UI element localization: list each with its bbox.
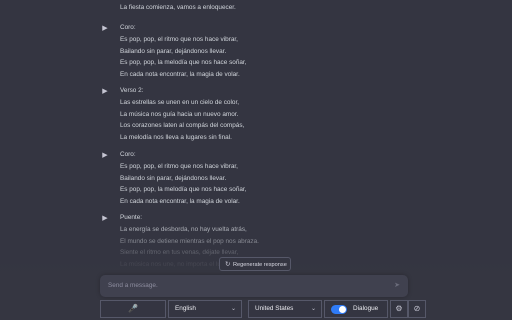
play-icon[interactable]: ▶ (100, 151, 110, 161)
lyric-line: La energía se desborda, no hay vuelta at… (120, 225, 247, 233)
lyric-line: Los corazones laten al compás del compás… (120, 122, 245, 130)
toggle-knob (339, 306, 346, 313)
eye-off-icon: ⊘ (413, 304, 421, 313)
chevron-down-icon: ⌄ (230, 306, 236, 312)
send-icon[interactable]: ➤ (394, 275, 400, 297)
conversation: La fiesta comienza, vamos a enloquecer. … (0, 0, 512, 272)
gear-icon: ⚙ (395, 304, 403, 313)
chevron-down-icon: ⌄ (310, 306, 316, 312)
language-value: English (175, 305, 196, 312)
regenerate-label: Regenerate response (233, 262, 287, 268)
stanza-lines: La fiesta comienza, vamos a enloquecer. (120, 2, 236, 14)
language-select[interactable]: English ⌄ (168, 300, 242, 318)
lyric-line: Coro: (120, 24, 136, 31)
lyric-line: En cada nota encontrar, la magia de vola… (120, 71, 240, 79)
message-input[interactable]: Send a message. ➤ (100, 275, 408, 297)
lyric-line: Puente: (120, 214, 143, 221)
lyric-line: Es pop, pop, el ritmo que nos hace vibra… (120, 162, 238, 170)
stanza-lines: Coro: Es pop, pop, el ritmo que nos hace… (120, 22, 246, 81)
composer-area: Send a message. ➤ 🎤 English ⌄ United Sta… (0, 272, 512, 320)
play-icon[interactable]: ▶ (100, 87, 110, 97)
lyric-line: Bailando sin parar, dejándonos llevar. (120, 174, 227, 182)
voice-toolbar: 🎤 English ⌄ United States ⌄ Dialogue ⚙ ⊘ (0, 300, 512, 320)
stanza-lines: Verso 2: Las estrellas se unen en un cie… (120, 85, 244, 144)
hide-button[interactable]: ⊘ (408, 300, 426, 318)
toggle-switch[interactable] (331, 305, 347, 314)
lyric-line: Es pop, pop, la melodía que nos hace soñ… (120, 59, 247, 67)
dialogue-toggle[interactable]: Dialogue (324, 300, 388, 318)
lyric-line: La fiesta comienza, vamos a enloquecer. (120, 4, 236, 11)
settings-button[interactable]: ⚙ (390, 300, 408, 318)
play-icon[interactable]: ▶ (100, 24, 110, 34)
lyric-line: Es pop, pop, el ritmo que nos hace vibra… (120, 35, 238, 43)
lyric-line: Coro: (120, 151, 136, 158)
region-select[interactable]: United States ⌄ (248, 300, 322, 318)
lyric-line: En cada nota encontrar, la magia de vola… (120, 198, 240, 206)
lyric-line: La música nos guía hacia un nuevo amor. (120, 110, 239, 118)
lyric-line: La melodía nos lleva a lugares sin final… (120, 134, 232, 142)
lyric-line: Las estrellas se unen en un cielo de col… (120, 98, 240, 106)
play-icon[interactable]: ▶ (100, 214, 110, 224)
lyric-line: Bailando sin parar, dejándonos llevar. (120, 47, 227, 55)
message-placeholder: Send a message. (108, 282, 158, 289)
refresh-icon: ↻ (225, 261, 231, 268)
lyric-line: Es pop, pop, la melodía que nos hace soñ… (120, 186, 247, 194)
lyric-line: El mundo se detiene mientras el pop nos … (120, 237, 259, 245)
microphone-button[interactable]: 🎤 (100, 300, 166, 318)
region-value: United States (255, 305, 294, 312)
stanza-lines: Coro: Es pop, pop, el ritmo que nos hace… (120, 149, 246, 208)
dialogue-label: Dialogue (353, 305, 379, 312)
microphone-icon: 🎤 (128, 304, 138, 313)
lyric-line: Verso 2: (120, 87, 144, 94)
regenerate-response-button[interactable]: ↻ Regenerate response (219, 257, 291, 271)
